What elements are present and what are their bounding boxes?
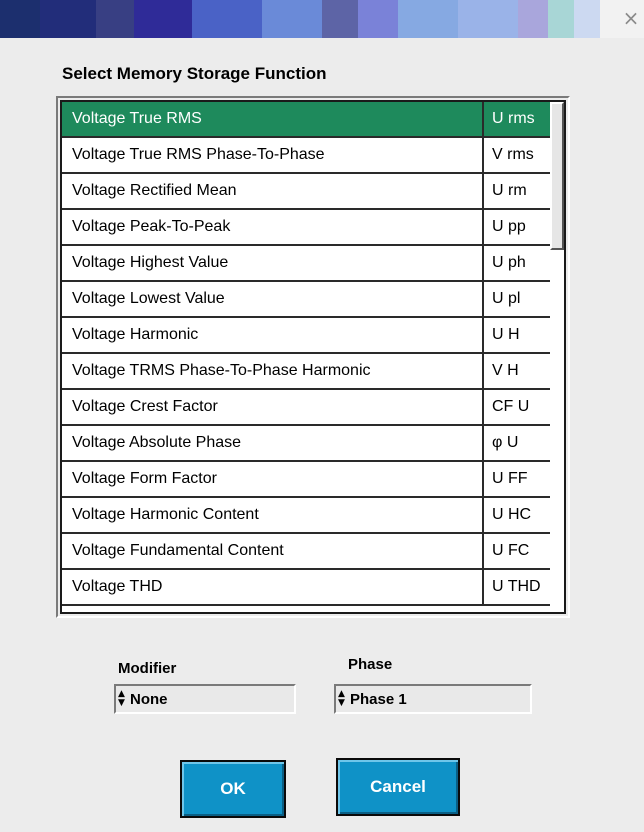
list-item[interactable]: Voltage Harmonic Content U HC [62,498,564,534]
title-strip-block [574,0,600,38]
list-item[interactable]: Voltage Highest Value U ph [62,246,564,282]
title-gradient-strip [0,0,600,38]
function-name: Voltage True RMS Phase-To-Phase [72,146,325,163]
title-strip-block [0,0,40,38]
function-name: Voltage Crest Factor [72,398,218,415]
list-item[interactable]: Voltage Harmonic U H [62,318,564,354]
title-strip-block [398,0,458,38]
spinner-arrows-icon[interactable]: ▲ ▼ [338,690,346,710]
list-item[interactable]: Voltage THD U THD [62,570,564,606]
function-name: Voltage Harmonic [72,326,199,343]
list-scrollbar[interactable] [550,102,564,612]
phase-select[interactable]: ▲ ▼ Phase 1 [334,684,532,714]
modifier-select[interactable]: ▲ ▼ None [114,684,296,714]
dialog-heading: Select Memory Storage Function [62,64,327,83]
function-name: Voltage Form Factor [72,470,217,487]
list-item[interactable]: Voltage True RMS U rms [62,102,564,138]
function-name: Voltage Lowest Value [72,290,225,307]
function-name: Voltage Harmonic Content [72,506,259,523]
list-item[interactable]: Voltage Rectified Mean U rm [62,174,564,210]
modifier-label: Modifier [118,660,177,677]
list-item[interactable]: Voltage Peak-To-Peak U pp [62,210,564,246]
title-strip-block [96,0,134,38]
function-name: Voltage Fundamental Content [72,542,284,559]
phase-value: Phase 1 [350,691,407,708]
modifier-value: None [130,691,168,708]
function-name: Voltage Peak-To-Peak [72,218,231,235]
list-item[interactable]: Voltage Absolute Phase φ U [62,426,564,462]
function-list[interactable]: Voltage True RMS U rms Voltage True RMS Ph… [60,100,566,614]
title-strip-block [322,0,358,38]
close-icon[interactable]: × [618,8,644,30]
function-list-frame: Voltage True RMS U rms Voltage True RMS Ph… [56,96,570,618]
list-item[interactable]: Voltage Fundamental Content U FC [62,534,564,570]
title-strip-block [458,0,518,38]
list-item[interactable]: Voltage True RMS Phase-To-Phase V rms [62,138,564,174]
list-item[interactable]: Voltage Crest Factor CF U [62,390,564,426]
function-name: Voltage True RMS [72,110,202,127]
function-name: Voltage Absolute Phase [72,434,242,451]
function-name: Voltage Highest Value [72,254,229,271]
function-name: Voltage TRMS Phase-To-Phase Harmonic [72,362,371,379]
title-strip-block [548,0,574,38]
title-strip-block [192,0,262,38]
list-item[interactable]: Voltage Form Factor U FF [62,462,564,498]
title-strip-block [262,0,322,38]
title-strip-block [40,0,96,38]
function-name: Voltage Rectified Mean [72,182,237,199]
title-bar: × [0,0,644,38]
title-strip-block [134,0,192,38]
cancel-button[interactable]: Cancel [336,758,460,816]
list-item[interactable]: Voltage TRMS Phase-To-Phase Harmonic V H [62,354,564,390]
function-name: Voltage THD [72,578,163,595]
title-strip-block [358,0,398,38]
title-strip-block [518,0,548,38]
ok-button[interactable]: OK [180,760,286,818]
spinner-arrows-icon[interactable]: ▲ ▼ [118,690,126,710]
scrollbar-thumb[interactable] [550,102,564,250]
list-item[interactable]: Voltage Lowest Value U pl [62,282,564,318]
phase-label: Phase [348,656,393,673]
